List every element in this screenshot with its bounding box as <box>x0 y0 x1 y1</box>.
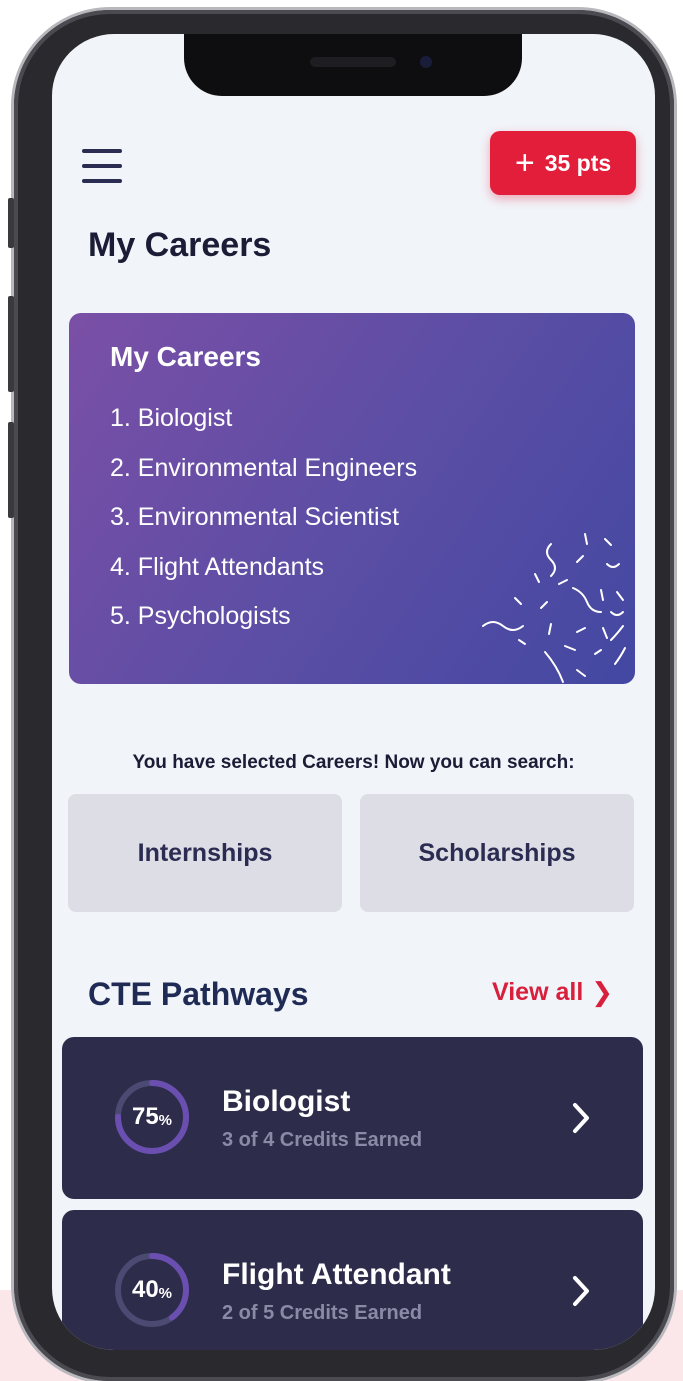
hamburger-icon[interactable] <box>82 149 122 183</box>
cte-pathways-title: CTE Pathways <box>88 976 309 1012</box>
volume-down-button <box>8 422 14 518</box>
points-button[interactable]: + 35 pts <box>490 131 636 195</box>
view-all-link[interactable]: View all ❯ <box>492 977 613 1008</box>
progress-percent: 40% <box>131 1276 173 1303</box>
confetti-decoration <box>482 533 626 683</box>
career-item[interactable]: 2. Environmental Engineers <box>110 448 417 498</box>
notch <box>184 34 522 96</box>
selected-careers-note: You have selected Careers! Now you can s… <box>132 752 575 773</box>
chevron-right-icon <box>573 1103 589 1133</box>
phone-screen: + 35 pts My Careers My Careers 1. Biolog… <box>52 34 655 1350</box>
career-item[interactable]: 1. Biologist <box>110 398 417 448</box>
view-all-label: View all <box>492 978 584 1006</box>
pathway-credits: 3 of 4 Credits Earned <box>222 1129 423 1151</box>
chevron-right-icon: ❯ <box>591 977 614 1007</box>
career-item[interactable]: 3. Environmental Scientist <box>110 497 417 547</box>
pathway-title: Flight Attendant <box>222 1258 451 1291</box>
internships-button[interactable]: Internships <box>68 794 342 912</box>
my-careers-card: My Careers 1. Biologist 2. Environmental… <box>69 313 635 684</box>
scholarships-label: Scholarships <box>418 838 576 867</box>
page-title: My Careers <box>88 226 272 264</box>
careers-card-title: My Careers <box>110 341 261 372</box>
volume-up-button <box>8 296 14 392</box>
pathway-card[interactable]: 40% Flight Attendant 2 of 5 Credits Earn… <box>62 1210 643 1350</box>
pathway-card[interactable]: 75% Biologist 3 of 4 Credits Earned <box>62 1037 643 1199</box>
career-item[interactable]: 4. Flight Attendants <box>110 547 417 597</box>
chevron-right-icon <box>573 1276 589 1306</box>
careers-list: 1. Biologist 2. Environmental Engineers … <box>110 398 417 646</box>
mute-switch <box>8 198 14 248</box>
speaker-grille <box>310 57 396 67</box>
points-label: 35 pts <box>544 149 612 176</box>
pathway-credits: 2 of 5 Credits Earned <box>222 1302 423 1324</box>
internships-label: Internships <box>137 838 273 867</box>
front-camera <box>420 56 432 68</box>
progress-percent: 75% <box>131 1103 173 1130</box>
pathway-title: Biologist <box>222 1085 351 1118</box>
career-item[interactable]: 5. Psychologists <box>110 596 417 646</box>
scholarships-button[interactable]: Scholarships <box>360 794 634 912</box>
plus-icon: + <box>514 144 535 182</box>
